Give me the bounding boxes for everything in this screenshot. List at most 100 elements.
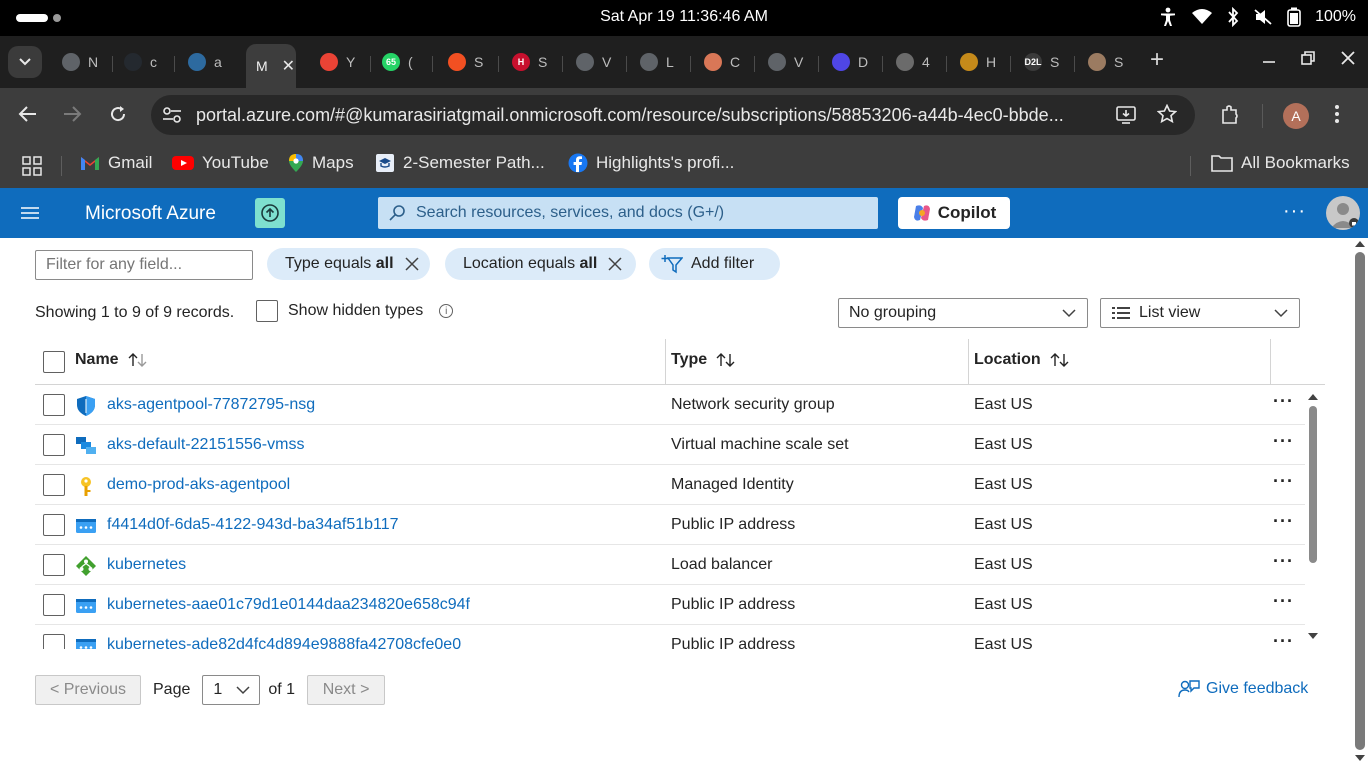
give-feedback-link[interactable]: Give feedback (1178, 679, 1308, 699)
table-row[interactable]: kubernetes Load balancer East US ··· (35, 545, 1305, 585)
add-filter-button[interactable]: Add filter (649, 248, 780, 280)
resource-name-link[interactable]: f4414d0f-6da5-4122-943d-ba34af51b117 (107, 516, 399, 534)
filter-input[interactable] (35, 250, 253, 280)
browser-tab[interactable]: N (54, 46, 114, 78)
row-more-button[interactable]: ··· (1273, 551, 1294, 572)
browser-tab[interactable]: M ✕ (246, 44, 296, 88)
browser-tab[interactable]: C (696, 46, 756, 78)
resource-name-link[interactable]: aks-default-22151556-vmss (107, 436, 304, 454)
browser-menu-icon[interactable] (1334, 104, 1340, 129)
location-filter-pill[interactable]: Location equals all (445, 248, 636, 280)
copilot-button[interactable]: Copilot (898, 197, 1010, 229)
table-row[interactable]: f4414d0f-6da5-4122-943d-ba34af51b117 Publ… (35, 505, 1305, 545)
new-tab-button[interactable]: + (1150, 48, 1164, 72)
browser-tab[interactable]: c (116, 46, 176, 78)
tab-search-button[interactable] (8, 46, 42, 78)
row-checkbox[interactable] (43, 474, 65, 496)
remove-type-filter-icon[interactable] (404, 256, 420, 272)
browser-tab[interactable]: V (568, 46, 628, 78)
browser-tab[interactable]: S (440, 46, 500, 78)
bluetooth-icon[interactable] (1227, 7, 1239, 27)
bookmark-facebook[interactable]: Highlights's profi... (568, 153, 734, 173)
browser-tab[interactable]: 65 ( (374, 46, 434, 78)
table-row[interactable]: aks-default-22151556-vmss Virtual machine… (35, 425, 1305, 465)
grouping-select[interactable]: No grouping (838, 298, 1088, 328)
resource-name-link[interactable]: aks-agentpool-77872795-nsg (107, 396, 315, 414)
row-more-button[interactable]: ··· (1273, 591, 1294, 612)
next-page-button[interactable]: Next > (307, 675, 386, 705)
view-select[interactable]: List view (1100, 298, 1300, 328)
upgrade-button[interactable] (255, 198, 285, 228)
bookmark-youtube[interactable]: YouTube (172, 153, 269, 173)
select-all-checkbox[interactable] (43, 351, 65, 373)
column-header-name[interactable]: Name (75, 351, 149, 369)
row-more-button[interactable]: ··· (1273, 511, 1294, 532)
bookmark-star-icon[interactable] (1156, 103, 1178, 129)
resource-name-link[interactable]: kubernetes-ade82d4fc4d894e9888fa42708cfe… (107, 636, 461, 649)
browser-tab[interactable]: D2L S (1016, 46, 1076, 78)
row-more-button[interactable]: ··· (1273, 431, 1294, 452)
row-more-button[interactable]: ··· (1273, 471, 1294, 492)
resource-name-link[interactable]: demo-prod-aks-agentpool (107, 476, 290, 494)
browser-tab[interactable]: V (760, 46, 820, 78)
accessibility-icon[interactable] (1159, 7, 1177, 27)
table-row[interactable]: kubernetes-aae01c79d1e0144daa234820e658c… (35, 585, 1305, 625)
row-checkbox[interactable] (43, 634, 65, 649)
row-checkbox[interactable] (43, 554, 65, 576)
browser-tab[interactable]: H (952, 46, 1012, 78)
back-button[interactable] (18, 104, 38, 129)
reload-button[interactable] (108, 104, 128, 129)
wifi-icon[interactable] (1191, 8, 1213, 26)
type-filter-pill[interactable]: Type equals all (267, 248, 430, 280)
column-header-type[interactable]: Type (671, 351, 737, 369)
portal-more-button[interactable]: ··· (1283, 200, 1306, 223)
close-window-button[interactable] (1340, 50, 1356, 71)
row-checkbox[interactable] (43, 394, 65, 416)
column-header-location[interactable]: Location (974, 351, 1071, 369)
browser-tab[interactable]: S (1080, 46, 1140, 78)
restore-button[interactable] (1300, 50, 1316, 71)
url-text[interactable]: portal.azure.com/#@kumarasiriatgmail.onm… (196, 105, 1101, 126)
table-row[interactable]: aks-agentpool-77872795-nsg Network securi… (35, 385, 1305, 425)
browser-tab[interactable]: L (632, 46, 692, 78)
profile-avatar[interactable]: A (1283, 103, 1309, 129)
minimize-button[interactable] (1262, 51, 1276, 70)
portal-search-input[interactable]: Search resources, services, and docs (G+… (378, 197, 878, 229)
show-hidden-types[interactable]: Show hidden types i (256, 300, 454, 322)
row-checkbox[interactable] (43, 594, 65, 616)
forward-button[interactable] (62, 104, 82, 129)
row-more-button[interactable]: ··· (1273, 631, 1294, 649)
browser-tab[interactable]: Y (312, 46, 372, 78)
browser-tab[interactable]: 4 (888, 46, 948, 78)
bookmark-gmail[interactable]: Gmail (80, 153, 152, 173)
previous-page-button[interactable]: < Previous (35, 675, 141, 705)
bookmark-course[interactable]: 2-Semester Path... (375, 153, 545, 173)
browser-tab[interactable]: HS (504, 46, 564, 78)
account-avatar[interactable] (1326, 196, 1360, 230)
apps-grid-icon[interactable] (22, 156, 42, 176)
browser-tab[interactable]: D (824, 46, 884, 78)
info-icon[interactable]: i (439, 304, 454, 318)
grid-scrollbar[interactable] (1306, 390, 1320, 644)
bookmark-maps[interactable]: Maps (288, 153, 354, 173)
portal-menu-button[interactable] (20, 205, 40, 226)
mute-icon[interactable] (1253, 8, 1273, 26)
close-tab-icon[interactable]: ✕ (282, 56, 295, 76)
row-more-button[interactable]: ··· (1273, 391, 1294, 412)
browser-tab[interactable]: a (180, 46, 240, 78)
extensions-icon[interactable] (1219, 104, 1241, 131)
page-scrollbar[interactable] (1352, 238, 1368, 768)
portal-brand[interactable]: Microsoft Azure (85, 203, 216, 225)
install-app-icon[interactable] (1115, 105, 1137, 130)
address-bar[interactable]: portal.azure.com/#@kumarasiriatgmail.onm… (151, 95, 1195, 135)
show-hidden-checkbox[interactable] (256, 300, 278, 322)
page-select[interactable]: 1 (202, 675, 261, 705)
row-checkbox[interactable] (43, 514, 65, 536)
site-info-icon[interactable] (161, 105, 183, 130)
row-checkbox[interactable] (43, 434, 65, 456)
remove-location-filter-icon[interactable] (607, 256, 623, 272)
battery-icon[interactable] (1287, 7, 1301, 27)
table-row[interactable]: demo-prod-aks-agentpool Managed Identity E… (35, 465, 1305, 505)
table-row[interactable]: kubernetes-ade82d4fc4d894e9888fa42708cfe… (35, 625, 1305, 649)
resource-name-link[interactable]: kubernetes (107, 556, 186, 574)
